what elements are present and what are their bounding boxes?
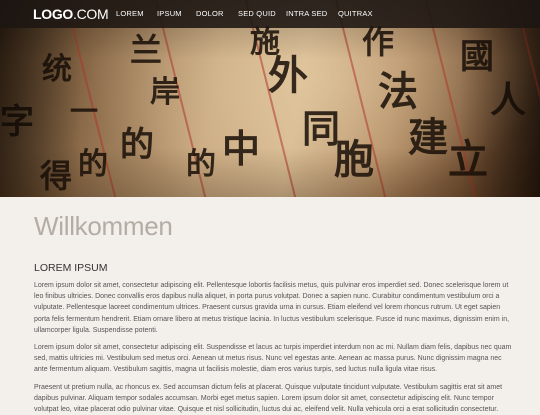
nav-item-lorem[interactable]: LOREM [116,9,144,18]
page-title: Willkommen [34,211,173,241]
main-content: Willkommen LOREM IPSUM Lorem ipsum dolor… [34,197,514,415]
hero-vignette [0,0,540,197]
hero-banner: 字 统 一 的 兰 岸 得 的 中 外 同 施 作 法 國 人 建 立 胞 的 [0,0,540,197]
body-paragraph: Lorem ipsum dolor sit amet, consectetur … [34,282,510,334]
body-paragraph: Lorem ipsum dolor sit amet, consectetur … [34,344,512,374]
site-logo[interactable]: LOGO.COM [33,6,109,22]
nav-item-quitrax[interactable]: QUITRAX [338,9,373,18]
section-heading: LOREM IPSUM [34,262,108,274]
nav-item-dolor[interactable]: DOLOR [196,9,224,18]
nav-item-sed-quid[interactable]: SED QUID [238,9,276,18]
top-navigation-bar: LOGO.COM LOREM IPSUM DOLOR SED QUID INTR… [0,0,540,28]
body-paragraph: Praesent ut pretium nulla, ac rhoncus ex… [34,383,503,414]
nav-item-intra-sed[interactable]: INTRA SED [286,9,327,18]
logo-text-suffix: .COM [73,6,109,22]
logo-text-bold: LOGO [33,6,74,22]
nav-item-ipsum[interactable]: IPSUM [157,9,182,18]
